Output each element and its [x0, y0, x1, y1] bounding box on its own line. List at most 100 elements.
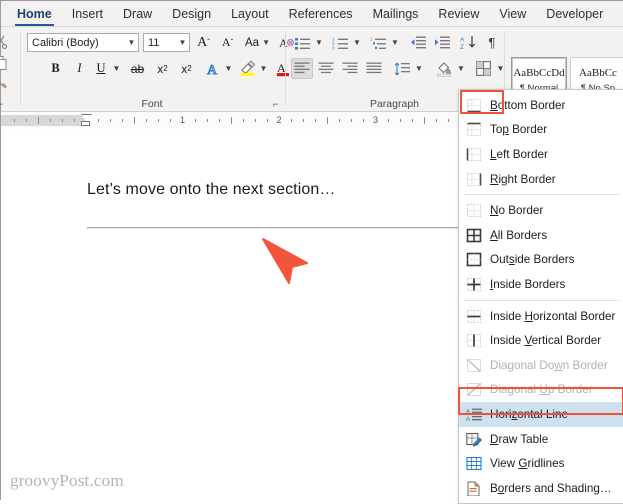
- chevron-down-icon[interactable]: ▼: [176, 38, 189, 47]
- menu-item-label: View Gridlines: [490, 457, 565, 470]
- ruler-tick: [267, 119, 268, 122]
- grow-font-button[interactable]: Aˆ: [193, 32, 214, 53]
- menu-item-borders-and-shading[interactable]: Borders and Shading…: [459, 476, 623, 501]
- decrease-indent-button[interactable]: [407, 32, 429, 53]
- ruler-tick: [363, 119, 364, 122]
- numbering-button[interactable]: 123: [329, 32, 351, 53]
- italic-button[interactable]: I: [69, 58, 90, 79]
- ruler-number-1: 1: [180, 115, 185, 125]
- style-preview: AaBbCc: [579, 67, 617, 80]
- menu-item-outside-borders[interactable]: Outside Borders: [459, 248, 623, 273]
- align-left-button[interactable]: [291, 58, 313, 79]
- menu-item-no-border[interactable]: No Border: [459, 198, 623, 223]
- ribbon-tab-review[interactable]: Review: [428, 1, 489, 27]
- multilevel-list-dropdown[interactable]: ▼: [389, 32, 401, 53]
- highlight-color-dropdown[interactable]: ▼: [257, 58, 270, 79]
- divider: [285, 31, 286, 105]
- cut-icon[interactable]: [0, 34, 9, 50]
- ruler-tick: [14, 119, 15, 122]
- ruler-tick: [327, 117, 328, 124]
- ruler-tick: [98, 119, 99, 122]
- superscript-button[interactable]: x2: [176, 58, 197, 79]
- subscript-button[interactable]: x2: [152, 58, 173, 79]
- ruler-tick: [146, 119, 147, 122]
- ruler-tick: [243, 119, 244, 122]
- justify-button[interactable]: [363, 58, 385, 79]
- highlight-color-button[interactable]: [237, 58, 258, 79]
- grow-font-label: A: [197, 35, 207, 51]
- ribbon-tab-help[interactable]: Help: [613, 1, 623, 27]
- ruler-tick: [315, 119, 316, 122]
- menu-item-top-border[interactable]: Top Border: [459, 118, 623, 143]
- sort-button[interactable]: AZ: [457, 32, 479, 53]
- text-effects-button[interactable]: A: [202, 58, 223, 79]
- text-effects-dropdown[interactable]: ▼: [222, 58, 235, 79]
- word-window: HomeInsertDrawDesignLayoutReferencesMail…: [0, 0, 623, 500]
- borders-button[interactable]: [472, 58, 494, 79]
- strikethrough-label: ab: [131, 62, 144, 76]
- font-size-value: 11: [144, 37, 176, 49]
- align-right-button[interactable]: [339, 58, 361, 79]
- strikethrough-button[interactable]: ab: [127, 58, 148, 79]
- svg-text:Z: Z: [460, 44, 464, 50]
- menu-item-draw-table[interactable]: Draw Table: [459, 427, 623, 452]
- bullets-button[interactable]: [291, 32, 313, 53]
- ribbon-tab-developer[interactable]: Developer: [536, 1, 613, 27]
- copy-icon[interactable]: [0, 55, 9, 71]
- font-dialog-launcher[interactable]: ⌐: [270, 99, 281, 110]
- ruler-tick: [62, 119, 63, 122]
- menu-item-label: All Borders: [490, 229, 547, 242]
- numbering-dropdown[interactable]: ▼: [351, 32, 363, 53]
- ribbon-tab-design[interactable]: Design: [162, 1, 221, 27]
- inside-borders-icon: [465, 276, 482, 292]
- bold-button[interactable]: B: [45, 58, 66, 79]
- diagonal-down-border-icon: [465, 357, 482, 373]
- menu-item-right-border[interactable]: Right Border: [459, 167, 623, 192]
- menu-item-inside-horizontal-border[interactable]: Inside Horizontal Border: [459, 304, 623, 329]
- menu-item-label: Draw Table: [490, 433, 548, 446]
- ribbon-tab-insert[interactable]: Insert: [62, 1, 113, 27]
- menu-item-diagonal-down-border: Diagonal Down Border: [459, 353, 623, 378]
- align-center-button[interactable]: [315, 58, 337, 79]
- clipboard-dialog-launcher[interactable]: ⌐: [0, 99, 6, 110]
- borders-dropdown-menu[interactable]: Bottom BorderTop BorderLeft BorderRight …: [458, 89, 623, 504]
- bullets-dropdown[interactable]: ▼: [313, 32, 325, 53]
- ruler-tick: [448, 119, 449, 122]
- ribbon-tab-view[interactable]: View: [489, 1, 536, 27]
- format-painter-icon[interactable]: [0, 76, 9, 92]
- line-spacing-button[interactable]: [391, 58, 413, 79]
- ribbon-tab-home[interactable]: Home: [7, 1, 62, 27]
- bold-label: B: [51, 61, 59, 76]
- menu-item-all-borders[interactable]: All Borders: [459, 223, 623, 248]
- menu-separator: [463, 300, 619, 301]
- line-spacing-dropdown[interactable]: ▼: [413, 58, 425, 79]
- menu-item-inside-vertical-border[interactable]: Inside Vertical Border: [459, 328, 623, 353]
- underline-dropdown[interactable]: ▼: [110, 58, 123, 79]
- change-case-button[interactable]: Aa▼: [242, 32, 273, 53]
- shading-dropdown[interactable]: ▼: [455, 58, 467, 79]
- shading-button[interactable]: [433, 58, 455, 79]
- menu-item-left-border[interactable]: Left Border: [459, 142, 623, 167]
- menu-item-label: Borders and Shading…: [490, 482, 612, 495]
- chevron-down-icon[interactable]: ▼: [125, 38, 138, 47]
- ruler-tick: [255, 119, 256, 122]
- underline-button[interactable]: U: [91, 58, 111, 79]
- multilevel-list-button[interactable]: 1: [367, 32, 389, 53]
- increase-indent-button[interactable]: [431, 32, 453, 53]
- ribbon-tab-mailings[interactable]: Mailings: [363, 1, 429, 27]
- ribbon-tab-references[interactable]: References: [279, 1, 363, 27]
- ruler-tick: [110, 119, 111, 122]
- ruler-tick: [436, 119, 437, 122]
- font-size-combo[interactable]: 11 ▼: [143, 33, 190, 52]
- menu-item-inside-borders[interactable]: Inside Borders: [459, 272, 623, 297]
- left-indent-marker[interactable]: [81, 121, 90, 126]
- menu-item-view-gridlines[interactable]: View Gridlines: [459, 451, 623, 476]
- svg-text:1: 1: [370, 36, 373, 41]
- ribbon-tab-layout[interactable]: Layout: [221, 1, 279, 27]
- show-formatting-marks-button[interactable]: ¶: [482, 32, 502, 53]
- ribbon-tab-draw[interactable]: Draw: [113, 1, 162, 27]
- shrink-font-button[interactable]: Aˇ: [217, 32, 238, 53]
- watermark: groovyPost.com: [10, 471, 124, 491]
- font-name-combo[interactable]: Calibri (Body) ▼: [27, 33, 139, 52]
- ruler-tick: [74, 119, 75, 122]
